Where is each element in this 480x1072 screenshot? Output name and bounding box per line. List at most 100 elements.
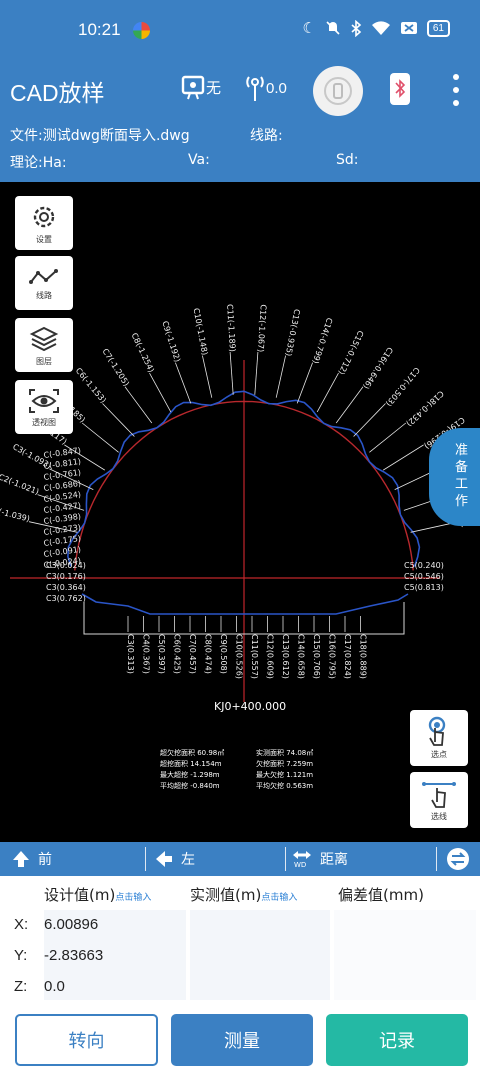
theory-ha-label: 理论:Ha:: [10, 155, 67, 171]
bottom-point-label: C9(0.508): [219, 634, 228, 674]
mute-icon: [326, 21, 340, 35]
arch-leader-line: [275, 355, 286, 398]
layers-tool-button[interactable]: 图层: [15, 318, 73, 372]
x-design-value[interactable]: 6.00896: [44, 916, 98, 933]
left-side-label: C3(0.762): [46, 594, 86, 603]
sd-label: Sd:: [336, 152, 359, 168]
settings-tool-button[interactable]: 设置: [15, 196, 73, 250]
gps-status[interactable]: 无: [180, 74, 221, 100]
info-panel: 文件:测试dwg断面导入.dwg 线路: 理论:Ha: Va: Sd:: [0, 118, 480, 182]
bottom-point-label: C14(0.658): [297, 634, 306, 679]
right-side-label: C5(0.240): [404, 561, 444, 570]
more-options-icon[interactable]: [448, 70, 464, 110]
station-label: KJ0+400.000: [214, 700, 286, 713]
left-side-label: C3(0.364): [46, 583, 86, 592]
actual-column-bg[interactable]: [190, 910, 330, 1000]
distance-label: 距离: [320, 852, 348, 868]
route-tool-button[interactable]: 线路: [15, 256, 73, 310]
deviation-column-bg: [334, 910, 476, 1000]
arch-leader-line: [254, 351, 259, 395]
turn-button[interactable]: 转向: [15, 1014, 158, 1066]
select-point-label: 选点: [431, 750, 447, 759]
y-design-value[interactable]: -2.83663: [44, 947, 103, 964]
design-value-header[interactable]: 设计值(m)点击输入: [44, 884, 151, 905]
rover-device-button[interactable]: [313, 66, 363, 116]
status-time: 10:21: [78, 20, 121, 39]
status-bar: 10:21 ☾ 61: [0, 0, 480, 62]
arch-point-label: C8(-1.254): [130, 331, 156, 373]
actual-value-header[interactable]: 实测值(m)点击输入: [190, 884, 297, 905]
settings-tool-label: 设置: [36, 234, 52, 244]
antenna-status[interactable]: 0.0: [244, 74, 287, 102]
arch-point-label: C9(-1.192): [160, 320, 182, 363]
left-direction[interactable]: 左: [155, 842, 195, 876]
select-line-button[interactable]: 选线: [410, 772, 468, 828]
distance-readout[interactable]: WD 距离: [292, 842, 348, 876]
perspective-tool-button[interactable]: 透视图: [15, 380, 73, 434]
layers-icon: [29, 326, 59, 351]
prepare-work-label: 准备工作: [455, 443, 469, 509]
swap-direction-button[interactable]: [446, 842, 470, 876]
cad-canvas[interactable]: C1(-1.039)C2(-1.021)C3(-1.093)C4(-1.117)…: [0, 182, 480, 842]
status-icons: ☾ 61: [302, 19, 450, 37]
arch-leader-line: [382, 444, 424, 471]
direction-separator: [145, 847, 146, 871]
deviation-value-title: 偏差值(mm): [338, 886, 424, 904]
arch-point-label: C17(-0.503): [384, 365, 421, 408]
arch-leader-line: [175, 362, 192, 404]
stat-left-label: 平均超挖 -0.840m: [160, 781, 220, 790]
arch-point-label: C2(-1.021): [0, 472, 40, 496]
arch-leader-line: [229, 351, 234, 395]
bluetooth-icon: [351, 19, 362, 37]
bottom-point-label: C6(0.425): [173, 634, 182, 674]
gear-icon: [33, 206, 55, 227]
arrow-left-icon: [156, 851, 172, 867]
measurement-table: 设计值(m)点击输入 实测值(m)点击输入 偏差值(mm) X: 6.00896…: [0, 876, 480, 1000]
bottom-point-label: C11(0.557): [250, 634, 259, 679]
actual-input-hint[interactable]: 点击输入: [261, 893, 297, 903]
y-axis-label: Y:: [14, 947, 28, 964]
bottom-point-label: C12(0.609): [266, 634, 275, 679]
prepare-work-tab[interactable]: 准备工作: [429, 428, 480, 526]
record-button[interactable]: 记录: [326, 1014, 468, 1066]
bottom-point-label: C15(0.706): [312, 634, 321, 679]
app-title: CAD放样: [10, 80, 105, 106]
x-axis-label: X:: [14, 916, 29, 933]
measure-button[interactable]: 测量: [171, 1014, 313, 1066]
arch-point-label: C16(-0.646): [361, 345, 394, 390]
sim-icon: [400, 22, 417, 34]
design-input-hint[interactable]: 点击输入: [115, 893, 151, 903]
arch-point-label: C6(-1.153): [74, 366, 108, 405]
arch-leader-line: [353, 403, 386, 437]
bottom-point-label: C3(0.313): [126, 634, 135, 674]
layers-tool-label: 图层: [36, 356, 52, 366]
arch-point-label: C14(-0.799): [311, 317, 334, 365]
arch-point-label: C18(-0.432): [404, 389, 445, 428]
arch-leader-line: [202, 355, 213, 398]
moon-icon: ☾: [302, 19, 316, 37]
distance-icon: WD: [293, 851, 311, 868]
arch-point-label: C13(-0.935): [284, 308, 302, 357]
swap-icon: [447, 848, 469, 870]
bottom-point-label: C17(0.824): [343, 634, 352, 679]
arch-leader-line: [335, 386, 364, 424]
deviation-value-header: 偏差值(mm): [338, 884, 424, 905]
z-design-value[interactable]: 0.0: [44, 978, 65, 995]
stat-right-label: 平均欠挖 0.563m: [256, 781, 313, 790]
tap-line-icon: [422, 782, 456, 808]
right-side-label: C5(0.813): [404, 583, 444, 592]
bluetooth-device-button[interactable]: [388, 72, 412, 110]
battery-indicator: 61: [426, 19, 450, 37]
forward-direction[interactable]: 前: [12, 842, 52, 876]
svg-text:WD: WD: [294, 861, 306, 868]
wifi-icon: [371, 21, 390, 35]
tap-point-icon: [428, 716, 446, 746]
select-point-button[interactable]: 选点: [410, 710, 468, 766]
app-notification-icon: [133, 22, 150, 39]
actual-value-title: 实测值(m): [190, 886, 262, 904]
bluetooth-phone-icon: [390, 73, 410, 105]
arch-leader-line: [296, 362, 313, 404]
antenna-icon: [246, 76, 264, 101]
select-line-label: 选线: [431, 812, 447, 821]
arch-leader-line: [316, 372, 339, 413]
